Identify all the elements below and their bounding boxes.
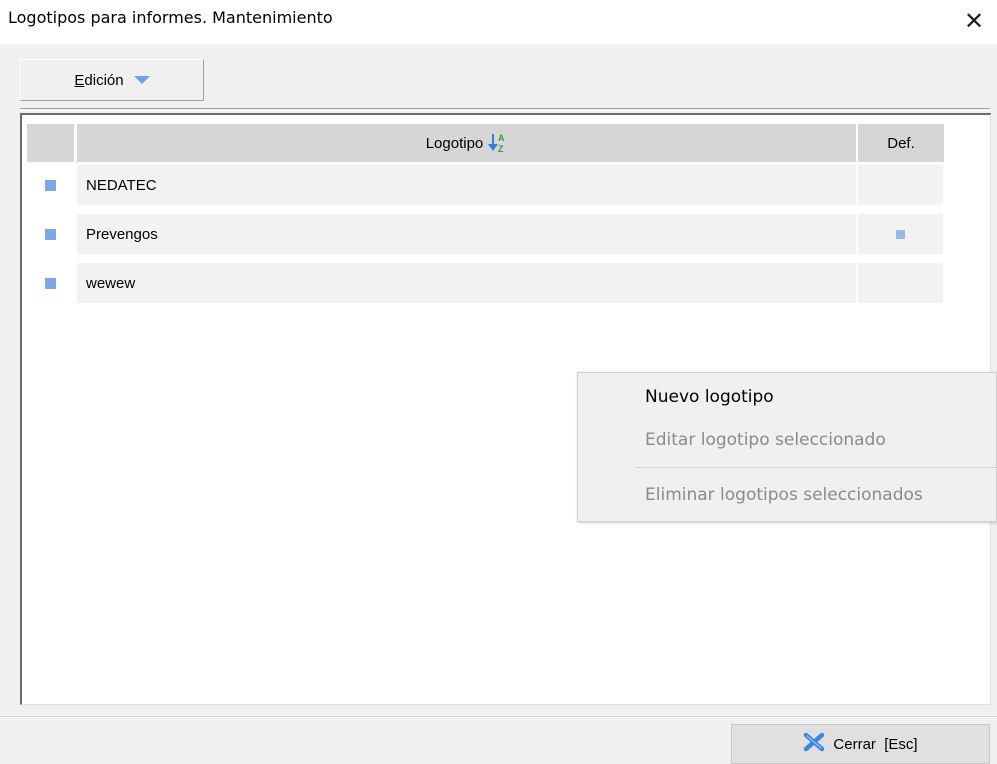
row-selector[interactable] [27,263,74,303]
edicion-menu-button[interactable]: Edición [20,59,204,101]
footer-divider [0,716,997,718]
column-header-def[interactable]: Def. [858,124,944,162]
row-selector[interactable] [27,214,74,254]
title-bar: Logotipos para informes. Mantenimiento ✕ [0,0,997,44]
sort-az-icon: A Z [487,132,507,154]
chevron-down-icon [133,76,150,84]
row-marker-icon [45,179,56,191]
default-cell[interactable] [858,165,943,205]
toolbar-divider [20,108,990,111]
table-row[interactable]: NEDATEC [27,165,943,205]
svg-text:A: A [498,133,505,143]
context-menu: Nuevo logotipo Editar logotipo seleccion… [577,372,997,522]
row-marker-icon [45,228,56,240]
svg-text:Z: Z [498,144,504,154]
column-header-logotipo-label: Logotipo [425,134,484,152]
default-cell[interactable] [858,263,943,303]
row-selector[interactable] [27,165,74,205]
logo-name-cell[interactable]: NEDATEC [77,165,856,205]
menu-item-editar-logotipo[interactable]: Editar logotipo seleccionado [645,430,886,450]
default-cell[interactable] [858,214,943,254]
logo-name-cell[interactable]: wewew [77,263,856,303]
menu-item-nuevo-logotipo[interactable]: Nuevo logotipo [645,387,774,407]
edicion-label: Edición [74,71,124,89]
default-marker-icon [896,229,905,239]
cerrar-button[interactable]: Cerrar [Esc] [731,724,990,764]
row-marker-icon [45,277,56,289]
column-header-select[interactable] [27,124,74,162]
menu-item-eliminar-logotipos[interactable]: Eliminar logotipos seleccionados [645,485,923,505]
logo-name-cell[interactable]: Prevengos [77,214,856,254]
window-title: Logotipos para informes. Mantenimiento [8,8,333,27]
table-row[interactable]: wewew [27,263,943,303]
x-icon [803,732,825,756]
cerrar-label: Cerrar [Esc] [833,735,918,753]
menu-separator [636,467,997,468]
column-header-logotipo[interactable]: Logotipo A Z [77,124,856,162]
close-icon[interactable]: ✕ [959,6,989,36]
table-row[interactable]: Prevengos [27,214,943,254]
